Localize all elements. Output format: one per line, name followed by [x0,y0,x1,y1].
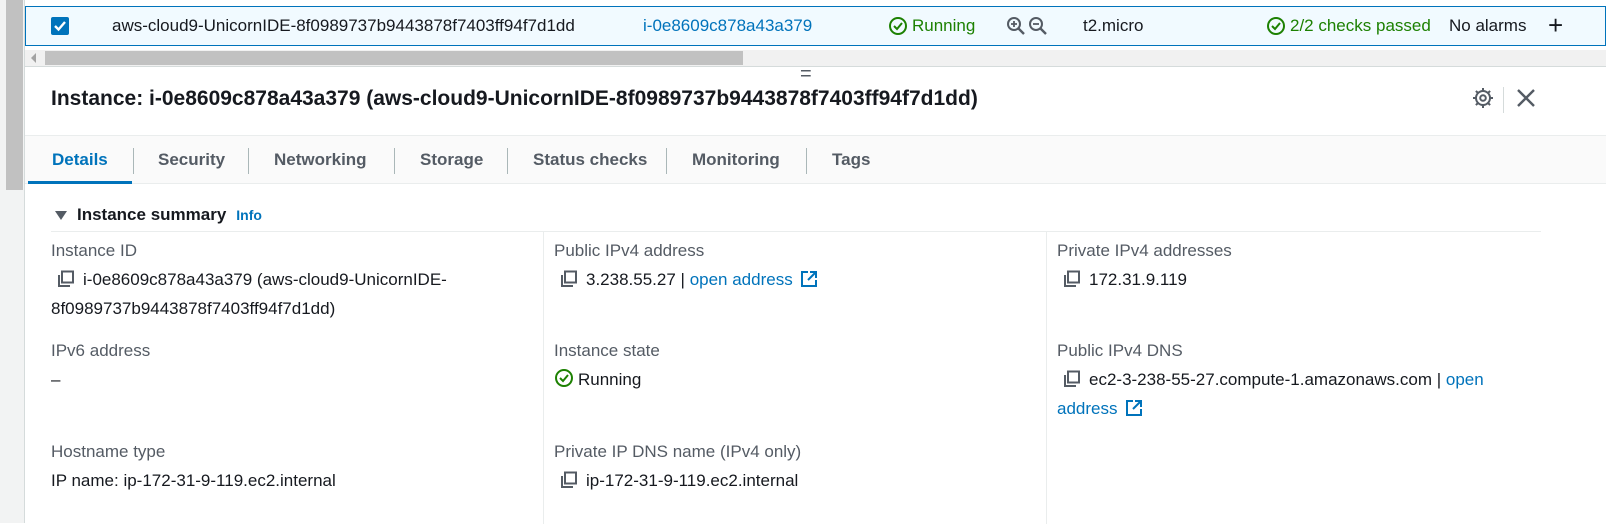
field-value: 172.31.9.119 [1057,267,1232,296]
column-divider [543,232,544,524]
check-icon [54,21,66,32]
tab-divider [806,148,807,174]
tab-tags[interactable]: Tags [832,150,870,170]
instance-state-value: Running [578,370,642,389]
row-zoom-controls [1006,16,1048,36]
tab-security[interactable]: Security [158,150,225,170]
left-scroll-thumb[interactable] [6,0,23,190]
field-value: ip-172-31-9-119.ec2.internal [554,468,801,497]
field-label: Instance state [554,341,660,360]
open-address-link[interactable]: open address [690,270,793,289]
instance-id-field: Instance ID i-0e8609c878a43a379 (aws-clo… [51,241,531,322]
field-label: Public IPv4 address [554,241,705,260]
tab-storage[interactable]: Storage [420,150,483,170]
external-link-icon[interactable] [800,270,818,296]
field-value: i-0e8609c878a43a379 (aws-cloud9-UnicornI… [51,267,531,322]
copy-icon[interactable] [560,270,578,296]
field-value: – [51,370,61,389]
private-dns-field: Private IP DNS name (IPv4 only) ip-172-3… [554,442,801,497]
tab-monitoring[interactable]: Monitoring [692,150,780,170]
field-label: Instance ID [51,241,137,260]
public-dns-field: Public IPv4 DNS ec2-3-238-55-27.compute-… [1057,341,1537,425]
public-ipv4-value: 3.238.55.27 | [586,270,685,289]
open-address-link[interactable]: open [1446,370,1484,389]
section-divider [51,231,1541,232]
field-label: Public IPv4 DNS [1057,341,1183,360]
column-divider [1046,232,1047,524]
scroll-left-arrow-icon[interactable] [31,53,36,63]
row-state-label: Running [912,16,976,35]
external-link-icon[interactable] [1125,399,1143,425]
gear-icon[interactable] [1472,87,1494,114]
section-title: Instance summary [77,205,227,224]
table-horizontal-scrollbar[interactable] [25,50,1606,66]
copy-icon[interactable] [57,270,75,296]
private-ipv4-value: 172.31.9.119 [1089,270,1187,289]
row-instance-name: aws-cloud9-UnicornIDE-8f0989737b9443878f… [112,16,575,35]
scroll-thumb[interactable] [45,51,743,65]
field-label: IPv6 address [51,341,151,360]
private-ipv4-field: Private IPv4 addresses 172.31.9.119 [1057,241,1232,296]
copy-icon[interactable] [560,471,578,497]
add-alarm-icon[interactable]: + [1548,10,1563,41]
tab-networking[interactable]: Networking [274,150,367,170]
field-value: Running [554,367,660,396]
success-circle-icon [889,17,907,35]
private-dns-value: ip-172-31-9-119.ec2.internal [586,471,799,490]
close-icon[interactable] [1515,87,1537,114]
left-scroll-rail[interactable] [0,0,25,523]
instance-state-field: Instance state Running [554,341,660,396]
tab-divider [394,148,395,174]
zoom-in-icon[interactable] [1006,16,1026,36]
field-value: ec2-3-238-55-27.compute-1.amazonaws.com … [1057,367,1537,425]
field-value: IP name: ip-172-31-9-119.ec2.internal [51,471,336,490]
instance-id-value: i-0e8609c878a43a379 (aws-cloud9-UnicornI… [83,270,447,289]
tab-divider [133,148,134,174]
instance-row-selected[interactable]: aws-cloud9-UnicornIDE-8f0989737b9443878f… [25,6,1606,46]
field-label: Hostname type [51,442,166,461]
hostname-type-field: Hostname type IP name: ip-172-31-9-119.e… [51,442,336,494]
row-instance-id-link[interactable]: i-0e8609c878a43a379 [643,16,812,36]
row-instance-type: t2.micro [1083,16,1144,35]
instance-details-panel: = Instance: i-0e8609c878a43a379 (aws-clo… [25,64,1606,524]
header-divider [1503,87,1504,113]
success-circle-icon [1267,17,1285,35]
details-tabs: Details Security Networking Storage Stat… [25,135,1606,184]
public-ipv4-field: Public IPv4 address 3.238.55.27 | open a… [554,241,818,296]
row-alarm-status: No alarms [1449,16,1527,35]
field-label: Private IPv4 addresses [1057,241,1232,260]
copy-icon[interactable] [1063,270,1081,296]
panel-resize-handle[interactable]: = [800,64,812,84]
row-checks-label: 2/2 checks passed [1290,16,1431,35]
tab-details[interactable]: Details [52,150,108,170]
row-checkbox[interactable] [51,17,69,35]
open-address-link-cont[interactable]: address [1057,399,1117,418]
copy-icon[interactable] [1063,370,1081,396]
row-status-checks[interactable]: 2/2 checks passed [1266,16,1431,36]
tab-divider [507,148,508,174]
tab-status-checks[interactable]: Status checks [533,150,647,170]
instance-id-value-cont: 8f0989737b9443878f7403ff94f7d1dd) [51,299,336,318]
caret-down-icon[interactable] [55,210,67,220]
ipv6-field: IPv6 address – [51,341,150,393]
public-dns-value: ec2-3-238-55-27.compute-1.amazonaws.com … [1089,370,1442,389]
panel-title: Instance: i-0e8609c878a43a379 (aws-cloud… [51,87,978,110]
tab-divider [666,148,667,174]
row-instance-state: Running [888,16,975,36]
tab-divider [248,148,249,174]
info-link[interactable]: Info [236,207,262,223]
field-label: Private IP DNS name (IPv4 only) [554,442,802,461]
instance-summary-header[interactable]: Instance summary Info [55,205,262,225]
active-tab-indicator [28,181,132,184]
field-value: 3.238.55.27 | open address [554,267,818,296]
zoom-out-icon[interactable] [1028,16,1048,36]
success-circle-icon [554,368,574,396]
